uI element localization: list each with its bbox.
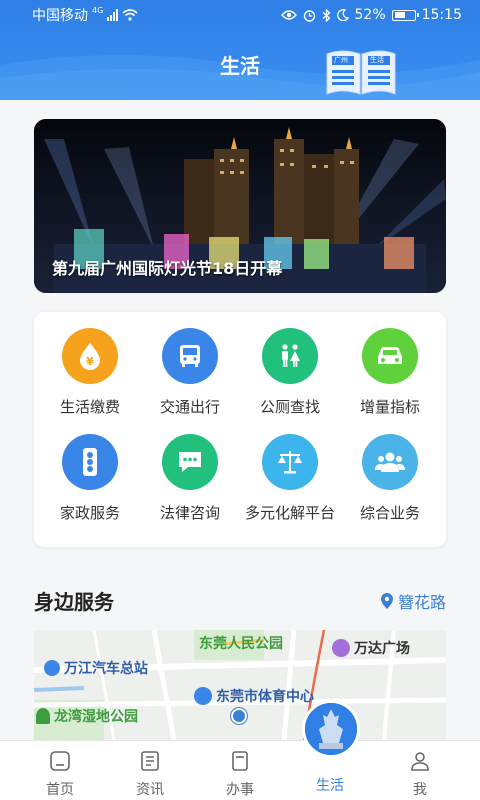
status-right: 52% 15:15 xyxy=(280,7,462,23)
service-housekeeping[interactable]: 家政服务 xyxy=(40,434,140,523)
service-label: 多元化解平台 xyxy=(244,504,335,522)
service-restroom-finder[interactable]: 公厕查找 xyxy=(240,328,340,417)
service-label: 家政服务 xyxy=(59,504,120,522)
service-transport[interactable]: 交通出行 xyxy=(140,328,240,417)
tab-home[interactable]: 首页 xyxy=(12,741,108,800)
people-icon xyxy=(362,434,418,490)
map-label-wetland[interactable]: 龙湾湿地公园 xyxy=(36,706,138,726)
map-label-stadium[interactable]: 东莞市体育中心 xyxy=(194,686,314,706)
book-right-text: 生活 xyxy=(370,56,384,64)
wifi-icon xyxy=(122,9,138,21)
car-icon xyxy=(362,328,418,384)
tab-tasks[interactable]: 办事 xyxy=(192,741,288,800)
location-pin-icon xyxy=(380,593,393,609)
banner-caption: 第九届广州国际灯光节18日开幕 xyxy=(52,259,283,278)
moon-icon xyxy=(336,9,349,21)
service-vehicle-quota[interactable]: 增量指标 xyxy=(340,328,440,417)
tab-news[interactable]: 资讯 xyxy=(102,741,198,800)
service-label: 法律咨询 xyxy=(159,504,220,522)
tab-label: 生活 xyxy=(316,778,344,794)
map-label-stadium-text: 东莞市体育中心 xyxy=(216,689,314,705)
clock: 15:15 xyxy=(421,7,462,23)
page-title: 生活 xyxy=(220,54,260,78)
bottom-tab-bar: 首页 资讯 办事 生活 我 xyxy=(0,740,480,800)
news-icon xyxy=(141,751,159,771)
life-tab-emblem[interactable] xyxy=(302,700,360,758)
carrier-name: 中国移动 xyxy=(32,8,88,24)
location-selector[interactable]: 簪花路 xyxy=(380,589,446,613)
network-type: 4G xyxy=(92,5,104,15)
service-grid: ¥ 生活缴费 交通出行 公厕查找 增量指标 家政服务 法律咨询 多元化解平台 综… xyxy=(34,312,446,547)
eye-icon xyxy=(280,10,297,20)
book-left-text: 广州 xyxy=(334,56,348,64)
service-label: 生活缴费 xyxy=(59,398,120,416)
service-utility-payment[interactable]: ¥ 生活缴费 xyxy=(40,328,140,417)
service-general-business[interactable]: 综合业务 xyxy=(340,434,440,523)
status-bar: 中国移动 4G 52% 15:15 xyxy=(0,0,480,30)
tab-label: 资讯 xyxy=(136,782,164,798)
chat-icon xyxy=(162,434,218,490)
tab-label: 首页 xyxy=(46,782,74,798)
bluetooth-icon xyxy=(322,8,330,22)
map-label-mall-text: 万达广场 xyxy=(354,641,410,657)
service-legal-consult[interactable]: 法律咨询 xyxy=(140,434,240,523)
tab-label: 我 xyxy=(413,782,427,798)
location-name: 簪花路 xyxy=(397,593,446,612)
scale-icon xyxy=(262,434,318,490)
map-label-mall[interactable]: 万达广场 xyxy=(332,638,410,658)
tab-me[interactable]: 我 xyxy=(372,741,468,800)
app-header: 中国移动 4G 52% 15:15 生活 广州 生活 xyxy=(0,0,480,100)
ram-statue-icon xyxy=(305,703,357,755)
service-label: 综合业务 xyxy=(359,504,420,522)
battery-level: 52% xyxy=(354,7,386,23)
map-label-wetland-text: 龙湾湿地公园 xyxy=(54,709,138,725)
service-label: 交通出行 xyxy=(159,398,220,416)
map-label-bus-station[interactable]: 万江汽车总站 xyxy=(44,658,148,678)
signal-icon xyxy=(107,9,119,21)
traffic-light-icon xyxy=(62,434,118,490)
tree-icon xyxy=(36,708,50,724)
battery-icon xyxy=(391,9,419,21)
map-label-bus-station-text: 万江汽车总站 xyxy=(64,661,148,677)
mall-icon xyxy=(332,639,350,657)
home-icon xyxy=(50,751,70,771)
stadium-icon xyxy=(194,687,212,705)
service-label: 公厕查找 xyxy=(259,398,320,416)
bus-icon xyxy=(162,328,218,384)
nearby-map[interactable]: 东莞人民公园 万达广场 万江汽车总站 东莞市体育中心 龙湾湿地公园 xyxy=(34,630,446,740)
restroom-icon xyxy=(262,328,318,384)
svg-text:¥: ¥ xyxy=(86,355,94,368)
nearby-section-title: 身边服务 xyxy=(34,590,114,614)
map-label-park: 东莞人民公园 xyxy=(199,636,283,652)
service-dispute-platform[interactable]: 多元化解平台 xyxy=(240,434,340,523)
current-location-dot xyxy=(231,708,247,724)
alarm-icon xyxy=(303,9,315,22)
yen-drop-icon: ¥ xyxy=(62,328,118,384)
tasks-icon xyxy=(232,751,248,771)
bus-station-icon xyxy=(44,660,60,676)
carrier-info: 中国移动 4G xyxy=(32,5,138,25)
news-banner[interactable]: 第九届广州国际灯光节18日开幕 xyxy=(34,119,446,293)
service-label: 增量指标 xyxy=(359,398,420,416)
tab-label: 办事 xyxy=(226,782,254,798)
user-icon xyxy=(411,752,429,771)
